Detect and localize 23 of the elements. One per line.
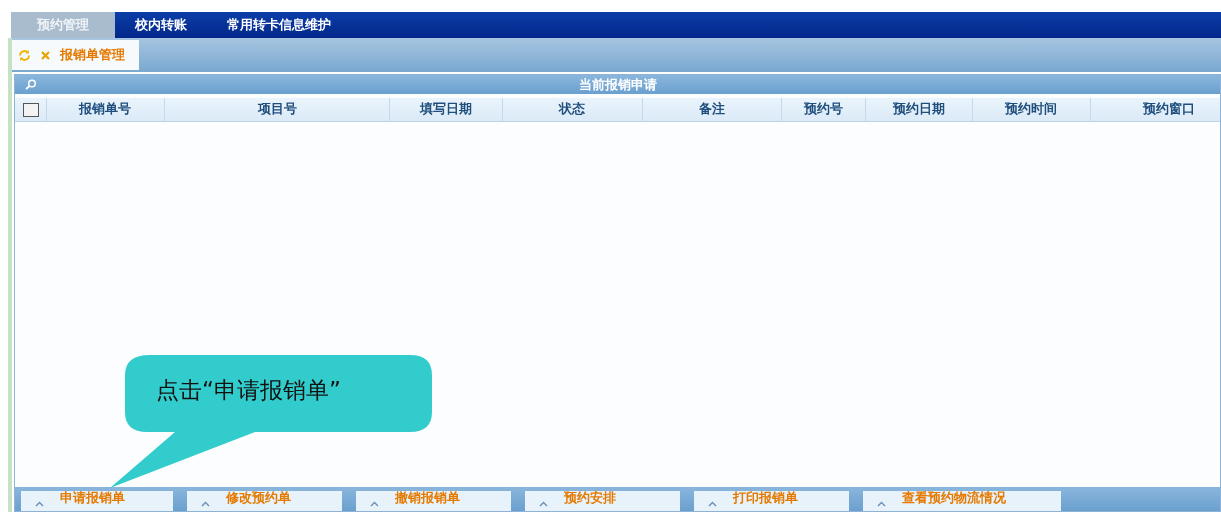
callout-text: 点击“申请报销单”: [156, 376, 341, 405]
panel-title: 当前报销申请: [578, 75, 658, 94]
menu-tab[interactable]: 常用转卡信息维护: [207, 12, 351, 38]
caret-up-icon: [201, 501, 210, 507]
menu-tab[interactable]: 校内转账: [115, 12, 207, 38]
column-header[interactable]: 预约号: [782, 98, 866, 121]
column-header[interactable]: 报销单号: [46, 98, 166, 121]
caret-up-icon: [708, 501, 717, 507]
column-header[interactable]: 状态: [502, 98, 643, 121]
search-icon[interactable]: [25, 79, 37, 90]
caret-up-icon: [539, 501, 548, 507]
column-header[interactable]: 预约时间: [972, 98, 1091, 121]
caret-up-icon: [877, 501, 886, 507]
close-icon[interactable]: [41, 50, 50, 60]
column-header[interactable]: 项目号: [165, 98, 391, 121]
caret-up-icon: [35, 501, 44, 507]
column-header[interactable]: 备注: [642, 98, 782, 121]
caret-up-icon: [370, 501, 379, 507]
select-all-checkbox[interactable]: [23, 103, 39, 117]
column-header[interactable]: 预约日期: [865, 98, 973, 121]
refresh-icon[interactable]: [18, 48, 31, 62]
column-header[interactable]: 预约窗口: [1090, 98, 1220, 121]
column-header[interactable]: 填写日期: [390, 98, 503, 121]
